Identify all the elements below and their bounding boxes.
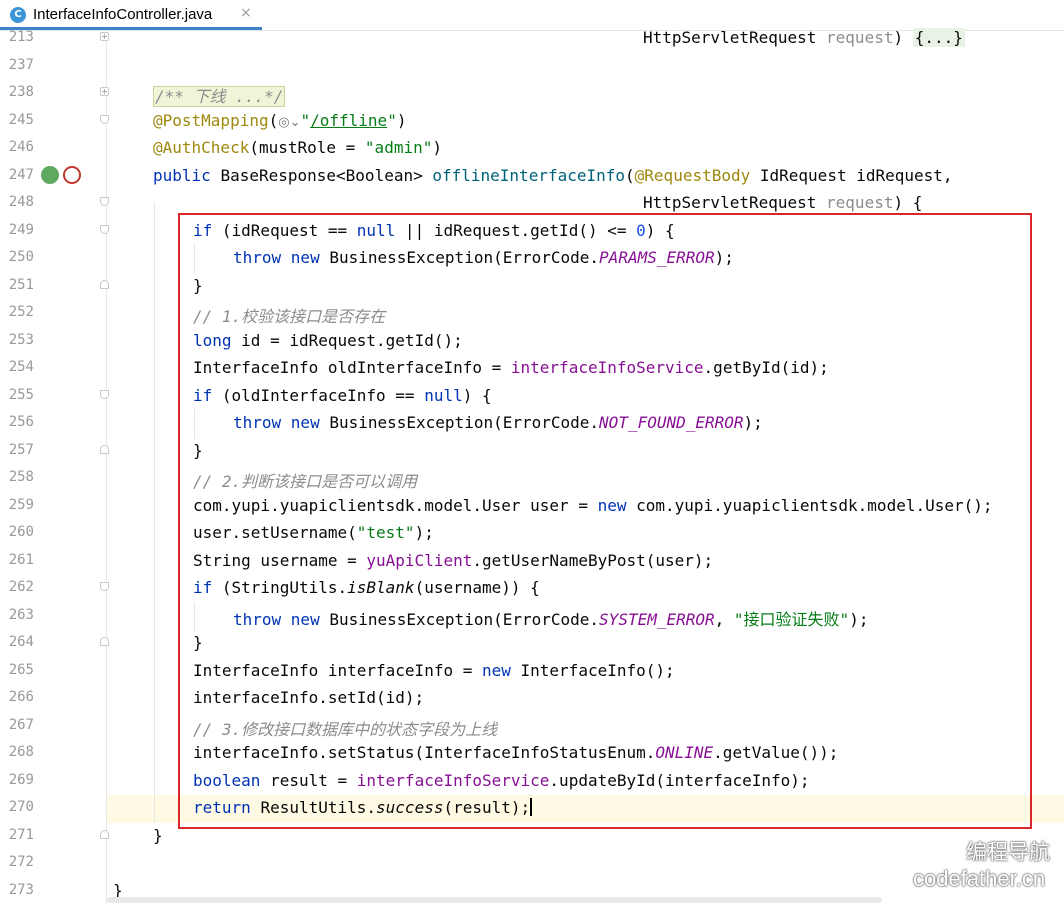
code-line: 247 public BaseResponse<Boolean> offline… xyxy=(0,162,1064,190)
line-number: 237 xyxy=(4,57,34,73)
line-number: 254 xyxy=(4,359,34,375)
line-number: 245 xyxy=(4,112,34,128)
line-number: 246 xyxy=(4,139,34,155)
code-line: 246 @AuthCheck(mustRole = "admin") xyxy=(0,134,1064,162)
globe-icon[interactable]: ◎⌄ xyxy=(278,115,300,130)
fold-icon[interactable] xyxy=(100,197,109,206)
code-text: /** 下线 ...*/ xyxy=(153,83,285,107)
line-number: 264 xyxy=(4,634,34,650)
line-number: 252 xyxy=(4,304,34,320)
fold-icon[interactable] xyxy=(100,582,109,591)
fold-icon[interactable] xyxy=(100,280,109,289)
line-number: 265 xyxy=(4,662,34,678)
horizontal-scrollbar[interactable] xyxy=(107,897,882,903)
folded-block[interactable]: {...} xyxy=(913,28,965,47)
code-text: @AuthCheck(mustRole = "admin") xyxy=(153,138,442,157)
line-number: 263 xyxy=(4,607,34,623)
code-line: 245 @PostMapping(◎⌄"/offline") xyxy=(0,107,1064,135)
fold-icon[interactable] xyxy=(100,115,109,124)
endpoint-link[interactable]: /offline xyxy=(310,111,387,130)
line-number: 267 xyxy=(4,717,34,733)
code-text: HttpServletRequest request) { xyxy=(643,193,922,212)
line-number: 268 xyxy=(4,744,34,760)
tab-title: InterfaceInfoController.java xyxy=(33,6,212,23)
line-number: 249 xyxy=(4,222,34,238)
highlight-box xyxy=(178,213,1032,829)
fold-icon[interactable] xyxy=(100,390,109,399)
line-number: 260 xyxy=(4,524,34,540)
fold-expand-icon[interactable] xyxy=(100,87,109,96)
fold-expand-icon[interactable] xyxy=(100,32,109,41)
fold-icon[interactable] xyxy=(100,445,109,454)
code-line: 213 HttpServletRequest request) {...} xyxy=(0,24,1064,52)
code-line: 272 xyxy=(0,849,1064,877)
watermark-url: codefather.cn xyxy=(913,866,1045,892)
fold-icon[interactable] xyxy=(100,637,109,646)
line-number: 257 xyxy=(4,442,34,458)
line-number: 247 xyxy=(4,167,34,183)
line-number: 261 xyxy=(4,552,34,568)
line-number: 255 xyxy=(4,387,34,403)
spring-bean-icon[interactable] xyxy=(41,166,59,184)
line-number: 273 xyxy=(4,882,34,898)
mapping-icon[interactable] xyxy=(63,166,81,184)
line-number: 251 xyxy=(4,277,34,293)
line-number: 248 xyxy=(4,194,34,210)
line-number: 258 xyxy=(4,469,34,485)
line-number: 272 xyxy=(4,854,34,870)
code-text: public BaseResponse<Boolean> offlineInte… xyxy=(153,166,953,185)
line-number: 271 xyxy=(4,827,34,843)
code-text: @PostMapping(◎⌄"/offline") xyxy=(153,111,406,130)
fold-icon[interactable] xyxy=(100,225,109,234)
code-text: HttpServletRequest request) {...} xyxy=(643,28,965,47)
fold-icon[interactable] xyxy=(100,830,109,839)
line-number: 213 xyxy=(4,29,34,45)
watermark-title: 编程导航 xyxy=(966,836,1050,866)
line-number: 270 xyxy=(4,799,34,815)
line-number: 269 xyxy=(4,772,34,788)
code-line: 237 xyxy=(0,52,1064,80)
line-number: 262 xyxy=(4,579,34,595)
line-number: 250 xyxy=(4,249,34,265)
line-number: 253 xyxy=(4,332,34,348)
java-class-icon: C xyxy=(10,7,26,23)
line-number: 238 xyxy=(4,84,34,100)
close-icon[interactable]: × xyxy=(240,5,252,21)
line-number: 259 xyxy=(4,497,34,513)
line-number: 266 xyxy=(4,689,34,705)
code-line: 238 /** 下线 ...*/ xyxy=(0,79,1064,107)
line-number: 256 xyxy=(4,414,34,430)
folded-doc-comment[interactable]: /** 下线 ...*/ xyxy=(153,86,285,107)
code-text: } xyxy=(153,826,163,845)
